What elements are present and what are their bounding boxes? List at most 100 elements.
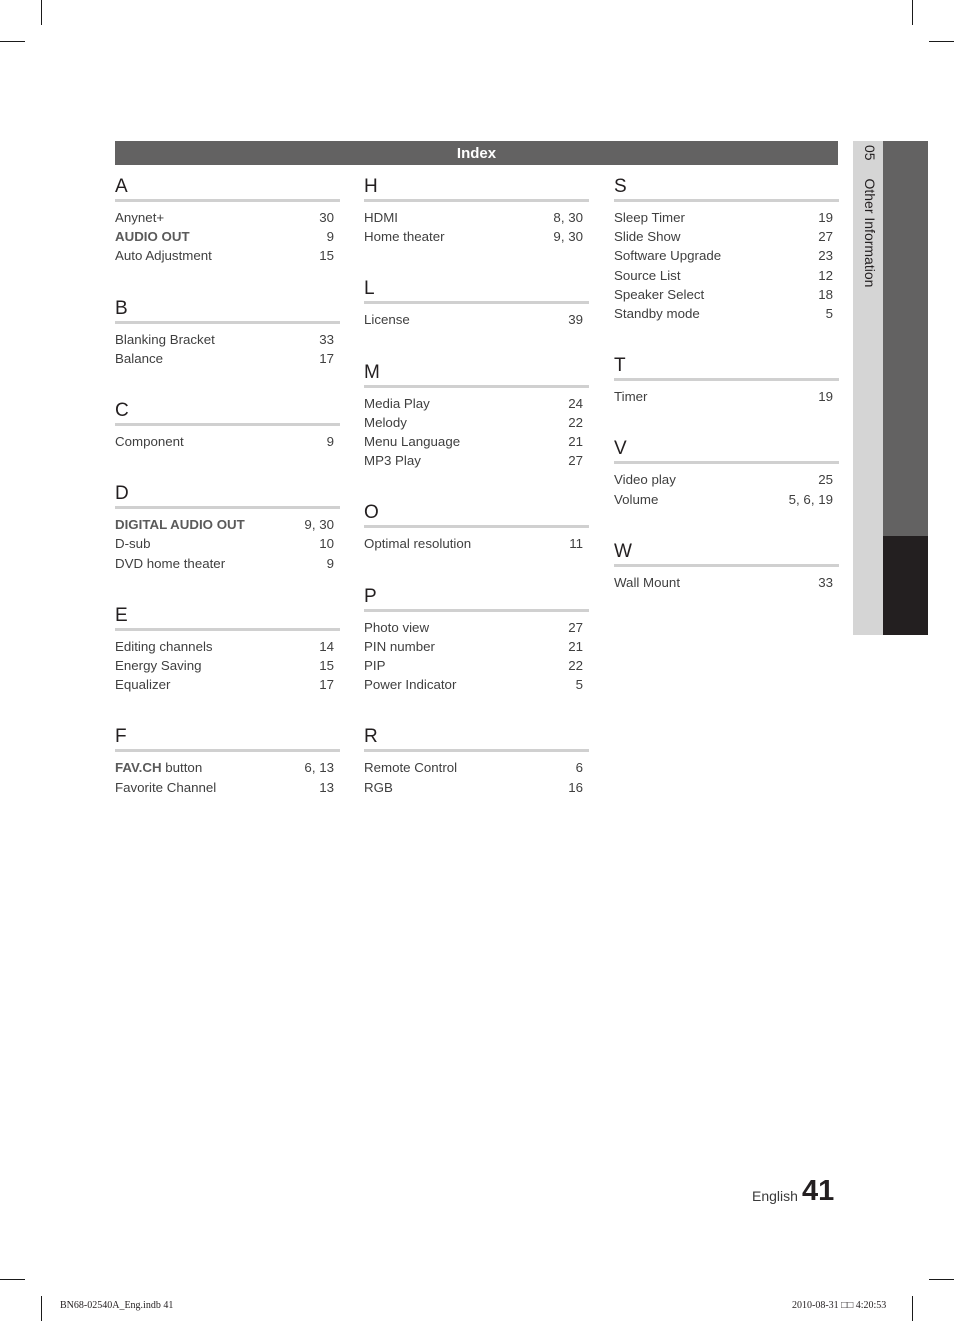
entry-term: Favorite Channel bbox=[115, 778, 216, 797]
entry-page-numbers: 27 bbox=[568, 619, 583, 635]
section-letter: O bbox=[364, 502, 379, 524]
index-entry: Software Upgrade 23 bbox=[614, 246, 839, 265]
section-letter: T bbox=[614, 355, 626, 377]
index-entry: DVD home theater 9 bbox=[115, 554, 340, 573]
entry-term-text: Balance bbox=[115, 350, 164, 366]
chapter-title: Other Information bbox=[862, 178, 878, 288]
entry-term-text: License bbox=[364, 312, 410, 328]
section-letter: R bbox=[364, 726, 378, 748]
entry-page-numbers: 9, 30 bbox=[304, 517, 334, 533]
entry-term-text: Speaker Select bbox=[614, 286, 705, 302]
entry-term-text: Auto Adjustment bbox=[115, 248, 212, 264]
entry-term: DIGITAL AUDIO OUT bbox=[115, 515, 245, 534]
index-section: T Timer 19 bbox=[614, 355, 839, 406]
section-letter: M bbox=[364, 361, 380, 383]
index-entry: Melody 22 bbox=[364, 413, 589, 432]
index-section: B Blanking Bracket 33 Balance 17 bbox=[115, 298, 340, 368]
entry-page-numbers: 8, 30 bbox=[553, 210, 583, 225]
index-entry: HDMI 8, 30 bbox=[364, 208, 589, 227]
index-entry: D-sub 10 bbox=[115, 534, 340, 553]
entry-term: Home theater bbox=[364, 227, 445, 246]
entry-page-numbers: 5 bbox=[575, 677, 583, 693]
index-entry: Home theater 9, 30 bbox=[364, 227, 589, 246]
entry-page-numbers: 16 bbox=[568, 779, 583, 795]
section-divider bbox=[614, 461, 839, 465]
section-letter: B bbox=[115, 297, 128, 319]
index-entry: Anynet+ 30 bbox=[115, 208, 340, 227]
entry-term: Speaker Select bbox=[614, 285, 704, 304]
index-section: D DIGITAL AUDIO OUT 9, 30 D-sub 10 DVD home t… bbox=[115, 483, 340, 573]
entry-page-numbers: 5 bbox=[825, 306, 833, 322]
index-entry: Wall Mount 33 bbox=[614, 573, 839, 592]
index-entry: Power Indicator 5 bbox=[364, 675, 589, 694]
entry-page-numbers: 27 bbox=[818, 229, 833, 245]
entry-term: Editing channels bbox=[115, 637, 213, 656]
index-column-2: H HDMI 8, 30 Home theater 9, 30 L License 39 M Me… bbox=[364, 176, 589, 797]
entry-page-numbers: 12 bbox=[818, 267, 833, 283]
entry-term-text: Remote Control bbox=[364, 760, 458, 776]
entry-page-numbers: 22 bbox=[568, 414, 583, 430]
entry-page-numbers: 17 bbox=[319, 677, 334, 693]
entry-term: Volume bbox=[614, 490, 658, 509]
index-entry: Balance 17 bbox=[115, 349, 340, 368]
entry-page-numbers: 21 bbox=[568, 638, 583, 654]
index-section: R Remote Control 6 RGB 16 bbox=[364, 726, 589, 796]
section-divider bbox=[115, 199, 340, 202]
entry-term: Slide Show bbox=[614, 227, 681, 246]
entry-term: Software Upgrade bbox=[614, 246, 721, 265]
entry-page-numbers: 24 bbox=[568, 395, 583, 411]
index-entry: PIP 22 bbox=[364, 656, 589, 675]
crop-mark bbox=[0, 1279, 25, 1280]
section-divider bbox=[364, 384, 589, 388]
index-entry: Slide Show 27 bbox=[614, 227, 839, 246]
entry-page-numbers: 21 bbox=[568, 434, 583, 450]
entry-term: Standby mode bbox=[614, 304, 700, 323]
entry-term: Timer bbox=[614, 387, 647, 406]
index-entry: RGB 16 bbox=[364, 778, 589, 797]
entry-term: Video play bbox=[614, 470, 676, 489]
section-letter: F bbox=[115, 726, 127, 748]
entry-page-numbers: 15 bbox=[319, 658, 334, 674]
entry-term-bold: DIGITAL AUDIO OUT bbox=[115, 517, 245, 533]
crop-mark bbox=[929, 41, 954, 42]
entry-page-numbers: 25 bbox=[818, 472, 833, 488]
entry-page-numbers: 27 bbox=[568, 453, 583, 469]
entry-term-text: Timer bbox=[614, 389, 648, 405]
index-entry: Speaker Select 18 bbox=[614, 285, 839, 304]
section-letter: W bbox=[614, 540, 632, 562]
entry-page-numbers: 18 bbox=[818, 286, 833, 302]
entry-page-numbers: 13 bbox=[319, 779, 334, 795]
entry-term-text: Standby mode bbox=[614, 306, 700, 322]
entry-term-text: Anynet+ bbox=[115, 210, 165, 225]
entry-page-numbers: 6 bbox=[575, 760, 583, 776]
entry-term: Balance bbox=[115, 349, 163, 368]
entry-term: HDMI bbox=[364, 208, 398, 227]
section-divider bbox=[115, 627, 340, 631]
entry-page-numbers: 9 bbox=[326, 434, 334, 450]
entry-term-text: Favorite Channel bbox=[115, 779, 217, 795]
entry-page-numbers: 33 bbox=[319, 331, 334, 347]
index-section: O Optimal resolution 11 bbox=[364, 502, 589, 553]
entry-term: D-sub bbox=[115, 534, 150, 553]
index-section: C Component 9 bbox=[115, 400, 340, 451]
section-divider bbox=[364, 301, 589, 305]
entry-term-text: Optimal resolution bbox=[364, 536, 472, 552]
entry-term-text: HDMI bbox=[364, 210, 398, 225]
entry-term: Remote Control bbox=[364, 758, 457, 777]
entry-term-text: Wall Mount bbox=[614, 574, 681, 590]
entry-term-text: RGB bbox=[364, 779, 393, 795]
entry-term: FAV.CH button bbox=[115, 758, 202, 777]
entry-term-text: Power Indicator bbox=[364, 677, 457, 693]
entry-term: License bbox=[364, 310, 410, 329]
entry-term: DVD home theater bbox=[115, 554, 225, 573]
entry-term: Equalizer bbox=[115, 675, 170, 694]
index-entry: Source List 12 bbox=[614, 266, 839, 285]
section-letter: D bbox=[115, 483, 129, 505]
section-letter: S bbox=[614, 176, 627, 197]
index-entry: Menu Language 21 bbox=[364, 432, 589, 451]
